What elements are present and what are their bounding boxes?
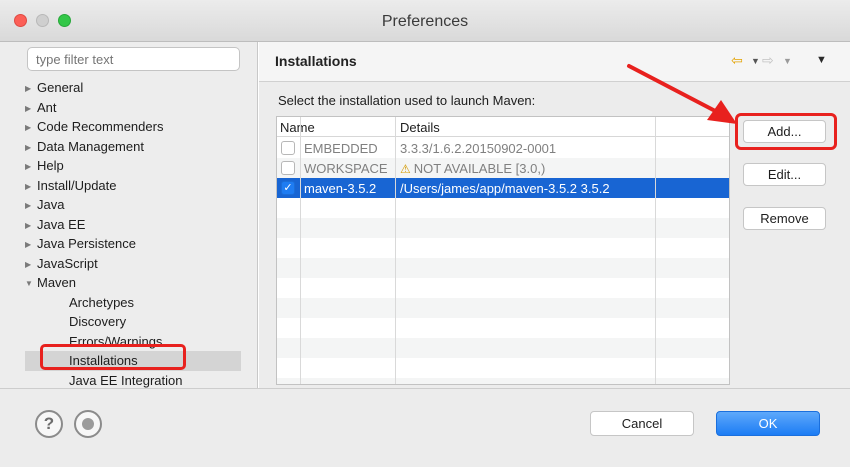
chevron-down-icon[interactable]: ▼ [783, 56, 792, 66]
installation-details: ⚠ NOT AVAILABLE [3.0,) [400, 161, 546, 176]
warning-icon: ⚠ [400, 162, 411, 176]
column-divider [655, 117, 656, 384]
expand-arrow-icon[interactable]: ▶ [25, 216, 37, 236]
empty-row [277, 298, 729, 318]
tree-item-maven[interactable]: ▼ Maven [25, 273, 241, 293]
empty-row [277, 258, 729, 278]
empty-row [277, 378, 729, 384]
tree-item-install-update[interactable]: ▶ Install/Update [25, 176, 241, 196]
preference-tree: ▶ General ▶ Ant ▶ Code Recommenders ▶ Data M… [25, 78, 241, 388]
column-divider [395, 117, 396, 384]
installations-table[interactable]: Name Details EMBEDDED 3.3.3/1.6.2.201509… [276, 116, 730, 385]
cancel-button[interactable]: Cancel [590, 411, 694, 436]
installation-name: EMBEDDED [304, 141, 378, 156]
tree-item-javascript[interactable]: ▶ JavaScript [25, 254, 241, 274]
column-header-details[interactable]: Details [400, 120, 440, 135]
tree-item-java-ee-integration[interactable]: Java EE Integration [25, 371, 241, 389]
expand-arrow-icon[interactable]: ▶ [25, 138, 37, 158]
table-row-selected[interactable]: ✓ maven-3.5.2 /Users/james/app/maven-3.5… [277, 178, 729, 198]
tree-item-help[interactable]: ▶ Help [25, 156, 241, 176]
tree-item-code-recommenders[interactable]: ▶ Code Recommenders [25, 117, 241, 137]
tree-item-data-management[interactable]: ▶ Data Management [25, 137, 241, 157]
tree-item-java[interactable]: ▶ Java [25, 195, 241, 215]
installation-name: WORKSPACE [304, 161, 388, 176]
collapse-arrow-icon[interactable]: ▼ [25, 274, 37, 294]
expand-arrow-icon[interactable]: ▶ [25, 255, 37, 275]
tree-item-archetypes[interactable]: Archetypes [25, 293, 241, 313]
column-header-name[interactable]: Name [280, 120, 315, 135]
remove-button[interactable]: Remove [743, 207, 826, 230]
expand-arrow-icon[interactable]: ▶ [25, 196, 37, 216]
chevron-down-icon[interactable]: ▼ [751, 56, 760, 66]
installations-highlight-annotation [40, 344, 186, 370]
expand-arrow-icon[interactable]: ▶ [25, 157, 37, 177]
row-checkbox[interactable] [281, 161, 295, 175]
installation-details: /Users/james/app/maven-3.5.2 3.5.2 [400, 181, 610, 196]
expand-arrow-icon[interactable]: ▶ [25, 177, 37, 197]
page-title: Installations [275, 53, 357, 69]
arrow-right-icon[interactable]: ⇨ [762, 52, 774, 69]
tree-item-java-ee[interactable]: ▶ Java EE [25, 215, 241, 235]
empty-row [277, 338, 729, 358]
tree-item-java-persistence[interactable]: ▶ Java Persistence [25, 234, 241, 254]
expand-arrow-icon[interactable]: ▶ [25, 99, 37, 119]
title-bar: Preferences [0, 0, 850, 42]
empty-row [277, 218, 729, 238]
installation-details: 3.3.3/1.6.2.20150902-0001 [400, 141, 557, 156]
page-header: Installations ⇦ ▼ ⇨ ▼ ▼ [259, 42, 850, 82]
tree-item-discovery[interactable]: Discovery [25, 312, 241, 332]
installation-name: maven-3.5.2 [304, 181, 377, 196]
tree-item-ant[interactable]: ▶ Ant [25, 98, 241, 118]
tree-item-general[interactable]: ▶ General [25, 78, 241, 98]
column-divider [300, 117, 301, 384]
ok-button[interactable]: OK [716, 411, 820, 436]
row-checkbox-checked[interactable]: ✓ [281, 181, 295, 195]
expand-arrow-icon[interactable]: ▶ [25, 79, 37, 99]
edit-button[interactable]: Edit... [743, 163, 826, 186]
expand-arrow-icon[interactable]: ▶ [25, 235, 37, 255]
window-title: Preferences [381, 13, 469, 30]
annotation-arrow-icon [627, 64, 737, 124]
add-highlight-annotation [735, 113, 837, 150]
record-icon[interactable] [74, 410, 102, 438]
installation-caption: Select the installation used to launch M… [278, 93, 536, 108]
filter-input[interactable] [27, 47, 240, 71]
row-checkbox[interactable] [281, 141, 295, 155]
view-menu-icon[interactable]: ▼ [816, 54, 827, 66]
table-row[interactable]: WORKSPACE ⚠ NOT AVAILABLE [3.0,) [277, 158, 729, 178]
expand-arrow-icon[interactable]: ▶ [25, 118, 37, 138]
table-row[interactable]: EMBEDDED 3.3.3/1.6.2.20150902-0001 [277, 138, 729, 158]
help-icon[interactable]: ? [35, 410, 63, 438]
